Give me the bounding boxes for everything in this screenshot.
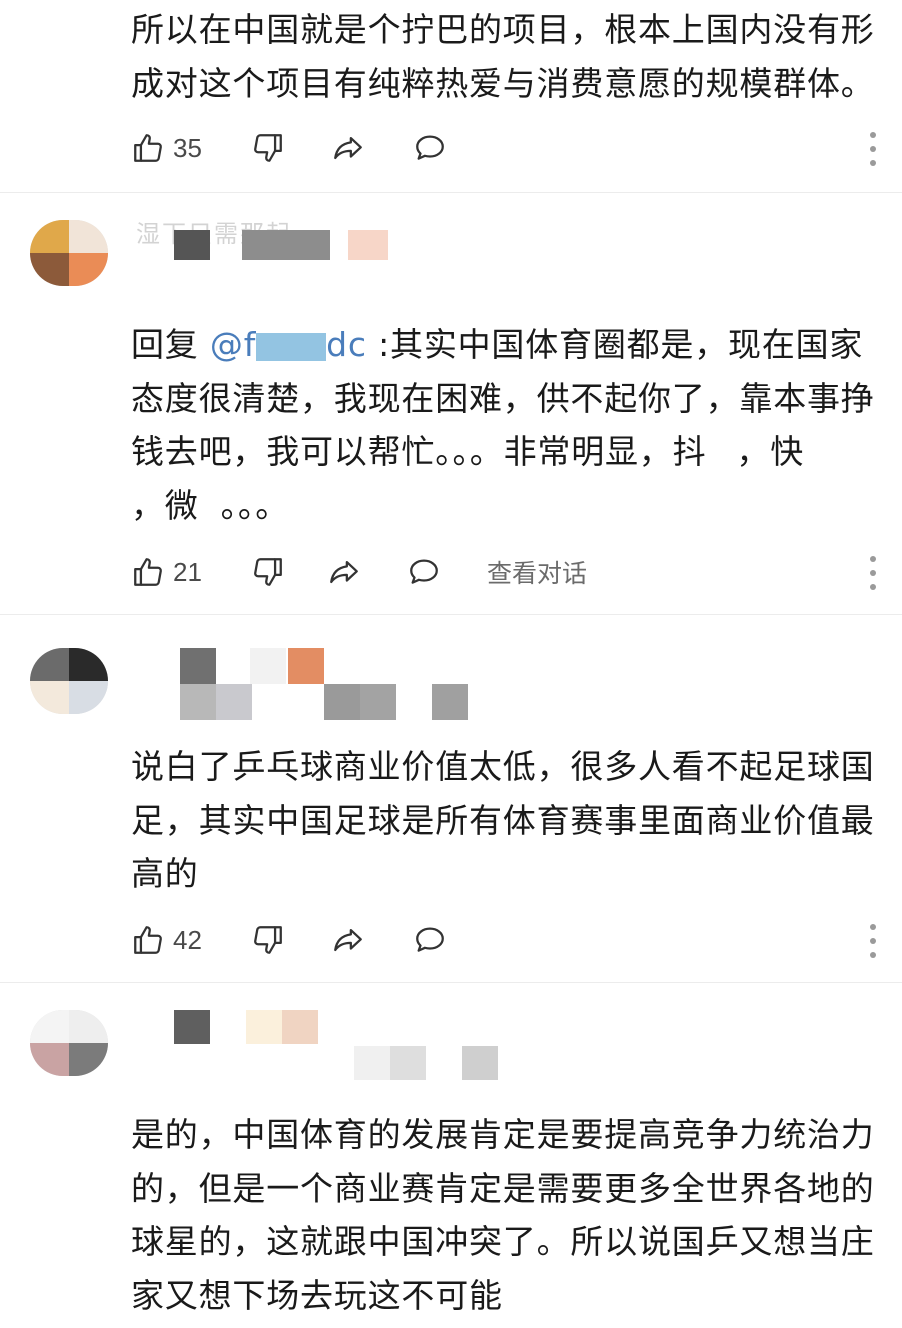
author-name-mosaic — [142, 648, 502, 720]
share-button[interactable] — [331, 128, 365, 168]
comment-line: :其实中国体育圈都是，现在国家 — [366, 325, 864, 364]
comment-line: 所以在中国就是个拧巴的项目，根本上国内没有形 — [131, 10, 875, 49]
dislike-button[interactable] — [251, 128, 285, 168]
reply-button[interactable] — [413, 920, 447, 960]
comment-divider — [0, 614, 902, 615]
share-arrow-icon — [334, 136, 362, 160]
comment-line: ，微 — [131, 485, 199, 525]
more-options-button[interactable] — [869, 924, 877, 958]
comment-text: 所以在中国就是个拧巴的项目，根本上国内没有形 成对这个项目有纯粹热爱与消费意愿的… — [131, 3, 879, 110]
comment-line: 高的 — [131, 854, 199, 893]
avatar[interactable] — [30, 220, 108, 286]
author-name-mosaic — [142, 1010, 502, 1080]
comment-line: 球星的，这就跟中国冲突了。所以说国乒又想当庄 — [131, 1222, 875, 1261]
comment-header — [30, 648, 870, 720]
thumbs-down-icon — [254, 558, 282, 586]
thumbs-up-icon — [134, 926, 162, 954]
comment-line: 说白了乒乓球商业价值太低，很多人看不起足球国 — [131, 747, 875, 786]
comment-line: 态度很清楚，我现在困难，供不起你了，靠本事挣 — [131, 378, 875, 418]
comment-actions: 21 查看对话 — [131, 552, 891, 592]
more-vertical-icon — [870, 132, 876, 138]
like-count: 21 — [173, 556, 202, 587]
thumbs-down-icon — [254, 134, 282, 162]
comment-text: 回复 @f dc :其实中国体育圈都是，现在国家 态度很清楚，我现在困难，供不起你… — [131, 318, 879, 532]
comment-line: 是的，中国体育的发展肯定是要提高竞争力统治力 — [131, 1115, 875, 1154]
like-count: 35 — [173, 132, 202, 163]
comment-header — [30, 1010, 870, 1080]
more-options-button[interactable] — [869, 556, 877, 590]
like-button[interactable]: 42 — [131, 920, 202, 960]
comment-line: 成对这个项目有纯粹热爱与消费意愿的规模群体。 — [131, 63, 875, 103]
like-button[interactable]: 21 — [131, 552, 202, 592]
comment-line: ，快 — [736, 432, 805, 471]
like-button[interactable]: 35 — [131, 128, 202, 168]
chat-bubble-icon — [410, 559, 438, 584]
reply-button[interactable] — [413, 128, 447, 168]
view-conversation-link[interactable]: 查看对话 — [487, 552, 587, 592]
comment-line: 。。。 — [220, 485, 290, 525]
thumbs-up-icon — [134, 558, 162, 586]
comment-actions: 42 — [131, 920, 891, 960]
avatar[interactable] — [30, 1010, 108, 1076]
share-arrow-icon — [334, 928, 362, 952]
comment-divider — [0, 192, 902, 193]
share-arrow-icon — [330, 560, 358, 584]
comment-line: 的，但是一个商业赛肯定是需要更多全世界各地的 — [131, 1168, 875, 1208]
share-button[interactable] — [327, 552, 361, 592]
comment-text: 是的，中国体育的发展肯定是要提高竞争力统治力 的，但是一个商业赛肯定是需要更多全… — [131, 1108, 879, 1322]
avatar[interactable] — [30, 648, 108, 714]
like-count: 42 — [173, 924, 202, 955]
mention-link[interactable]: @f dc — [210, 325, 367, 364]
comment-actions: 35 — [131, 128, 891, 168]
comment-text: 说白了乒乓球商业价值太低，很多人看不起足球国 足，其实中国足球是所有体育赛事里面… — [131, 740, 879, 901]
comment-line: 家又想下场去玩这不可能 — [131, 1275, 503, 1315]
more-vertical-icon — [870, 924, 876, 930]
chat-bubble-icon — [416, 927, 444, 952]
reply-button[interactable] — [407, 552, 441, 592]
comment-header: 湿下只需那起 — [30, 220, 870, 286]
mention-mosaic — [256, 332, 327, 361]
more-vertical-icon — [870, 556, 876, 562]
share-button[interactable] — [331, 920, 365, 960]
author-name-mosaic — [142, 220, 502, 290]
comment-line: 钱去吧，我可以帮忙。。。非常明显，抖 — [131, 432, 707, 471]
chat-bubble-icon — [416, 135, 444, 160]
more-options-button[interactable] — [869, 132, 877, 166]
thumbs-up-icon — [134, 134, 162, 162]
dislike-button[interactable] — [251, 920, 285, 960]
comment-line: 足，其实中国足球是所有体育赛事里面商业价值最 — [131, 800, 875, 840]
thumbs-down-icon — [254, 926, 282, 954]
dislike-button[interactable] — [251, 552, 285, 592]
reply-prefix: 回复 — [131, 325, 210, 364]
comment-divider — [0, 982, 902, 983]
